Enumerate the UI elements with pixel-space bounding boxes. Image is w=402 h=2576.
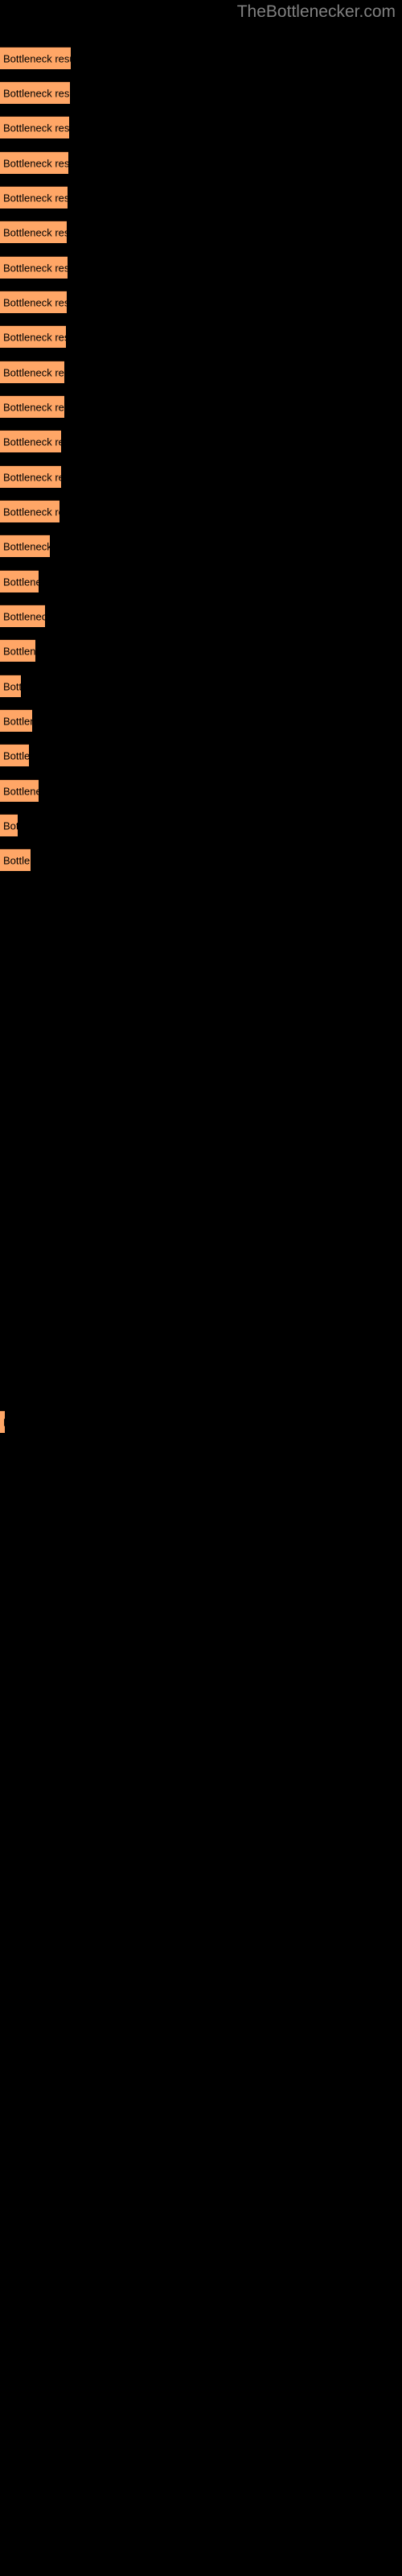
bar-label: Bottleneck result	[3, 506, 59, 518]
bottleneck-bar[interactable]: Bottleneck result	[0, 535, 50, 557]
bar-label: Bottleneck result	[3, 157, 68, 169]
bar-label: Bottleneck result	[3, 1416, 5, 1428]
bottleneck-bar[interactable]: Bottleneck result	[0, 361, 64, 383]
bar-label: Bottleneck result	[3, 226, 67, 238]
bottleneck-bar[interactable]: Bottleneck result	[0, 675, 21, 697]
bottleneck-bar[interactable]: Bottleneck result	[0, 605, 45, 627]
bottleneck-bar[interactable]: Bottleneck result	[0, 779, 39, 802]
bar-label: Bottleneck result	[3, 296, 67, 308]
bar-label: Bottleneck result	[3, 819, 18, 832]
bottleneck-bar[interactable]: Bottleneck result	[0, 500, 59, 522]
bar-label: Bottleneck result	[3, 366, 64, 378]
bar-label: Bottleneck result	[3, 262, 68, 274]
bar-label: Bottleneck result	[3, 854, 31, 866]
bar-label: Bottleneck result	[3, 576, 39, 588]
bottleneck-bar[interactable]: Bottleneck result	[0, 256, 68, 279]
bar-label: Bottleneck result	[3, 401, 64, 413]
bar-label: Bottleneck result	[3, 540, 50, 552]
bottleneck-bar[interactable]: Bottleneck result	[0, 325, 66, 348]
bottleneck-bar[interactable]: Bottleneck result	[0, 116, 69, 138]
bottleneck-bar[interactable]: Bottleneck result	[0, 639, 35, 662]
bar-label: Bottleneck result	[3, 715, 32, 727]
bar-label: Bottleneck result	[3, 331, 66, 343]
bar-label: Bottleneck result	[3, 610, 45, 622]
bottleneck-bar[interactable]: Bottleneck result	[0, 47, 71, 69]
bottleneck-bar[interactable]: Bottleneck result	[0, 744, 29, 766]
bottleneck-bar[interactable]: Bottleneck result	[0, 430, 61, 452]
bottleneck-chart-page: TheBottlenecker.com Bottleneck resultBot…	[0, 0, 402, 2576]
bottleneck-bar[interactable]: Bottleneck result	[0, 221, 67, 243]
bottleneck-bar[interactable]: Bottleneck result	[0, 709, 32, 732]
chart-plot-area: Bottleneck result Bottleneck result Bottle…	[0, 0, 402, 2576]
bar-label: Bottleneck result	[3, 192, 68, 204]
bottleneck-bar[interactable]: Bottleneck result	[0, 151, 68, 174]
bar-label: Bottleneck result	[3, 87, 70, 99]
bar-label: Bottleneck result	[3, 645, 35, 657]
bottleneck-bar[interactable]: Bottleneck result	[0, 81, 70, 104]
bar-label: Bottleneck result	[3, 122, 69, 134]
bottleneck-bar[interactable]: Bottleneck result	[0, 848, 31, 871]
bottleneck-bar[interactable]: Bottleneck result	[0, 465, 61, 488]
bar-label: Bottleneck result	[3, 680, 21, 692]
bottleneck-bar[interactable]: Bottleneck result	[0, 395, 64, 418]
bottleneck-bar[interactable]: Bottleneck result	[0, 814, 18, 836]
bottleneck-bar[interactable]: Bottleneck result	[0, 186, 68, 208]
bar-label: Bottleneck result	[3, 436, 61, 448]
bottleneck-bar[interactable]: Bottleneck result	[0, 1410, 5, 1433]
bar-label: Bottleneck result	[3, 749, 29, 762]
bar-label: Bottleneck result	[3, 785, 39, 797]
bar-label: Bottleneck result	[3, 471, 61, 483]
bar-label: Bottleneck result	[3, 52, 71, 64]
bottleneck-bar[interactable]: Bottleneck result	[0, 291, 67, 313]
bottleneck-bar[interactable]: Bottleneck result	[0, 570, 39, 592]
